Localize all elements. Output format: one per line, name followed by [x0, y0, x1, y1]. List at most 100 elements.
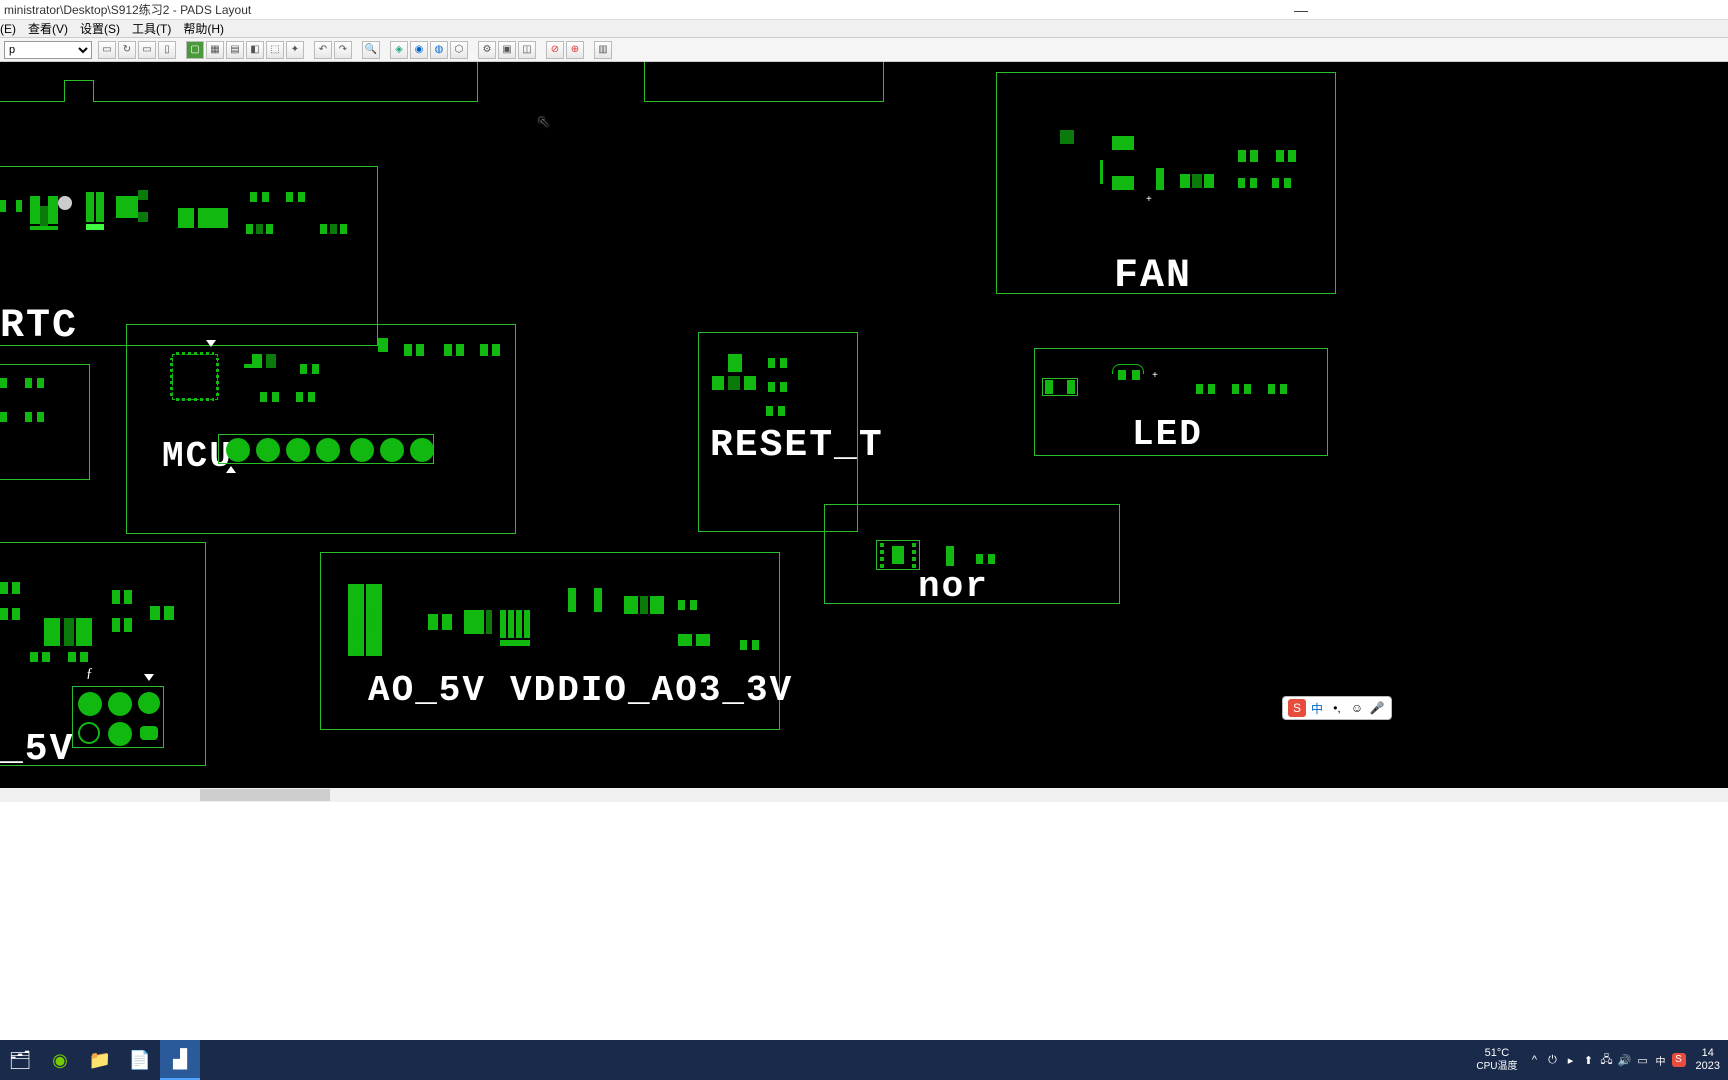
pad	[1244, 384, 1251, 394]
menu-tools[interactable]: 工具(T)	[132, 20, 171, 37]
tool-icon[interactable]: ⬡	[450, 41, 468, 59]
pad	[780, 382, 787, 392]
tool-icon[interactable]: ⬚	[266, 41, 284, 59]
tray-icon[interactable]: ▸	[1562, 1040, 1580, 1080]
explorer-icon[interactable]: 🗂	[0, 1040, 40, 1080]
tool-icon[interactable]: ◫	[518, 41, 536, 59]
pad	[30, 652, 38, 662]
menu-file[interactable]: (E)	[0, 22, 16, 36]
pad	[1045, 380, 1053, 394]
pad	[678, 600, 685, 610]
pad	[80, 652, 88, 662]
pad	[0, 582, 8, 594]
net-label: 1:N77921421	[370, 606, 378, 652]
tool-icon[interactable]: ▯	[158, 41, 176, 59]
label-5v: _5V	[0, 728, 74, 771]
ime-emoji-icon[interactable]: ☺	[1348, 699, 1366, 717]
app-icon[interactable]: ◉	[40, 1040, 80, 1080]
pad	[198, 208, 228, 228]
pad	[308, 392, 315, 402]
menu-setup[interactable]: 设置(S)	[80, 20, 120, 37]
pad	[778, 406, 785, 416]
cross-icon: +	[1152, 370, 1158, 381]
pads-icon[interactable]: ▟	[160, 1040, 200, 1080]
tray-icon[interactable]: ⏻	[1544, 1040, 1562, 1080]
hole	[380, 438, 404, 462]
block-small	[0, 364, 90, 480]
horizontal-scrollbar[interactable]	[0, 788, 1728, 802]
tool-icon[interactable]: ▢	[186, 41, 204, 59]
layer-select[interactable]: p	[4, 41, 92, 59]
pad	[25, 378, 32, 388]
pad	[266, 354, 276, 368]
hole	[410, 438, 434, 462]
hole	[316, 438, 340, 462]
pad	[740, 640, 747, 650]
volume-icon[interactable]: 🔊	[1616, 1040, 1634, 1080]
ic-pins	[170, 358, 173, 396]
pad	[624, 596, 638, 614]
pad	[678, 634, 692, 646]
network-icon[interactable]: 🖧	[1598, 1040, 1616, 1080]
pad	[640, 596, 648, 614]
pad	[16, 200, 22, 212]
menu-help[interactable]: 帮助(H)	[183, 20, 224, 37]
pad	[96, 192, 104, 222]
pad	[492, 344, 500, 356]
tool-icon[interactable]: ▦	[206, 41, 224, 59]
tool-icon[interactable]: ▣	[498, 41, 516, 59]
tray-icon[interactable]: ⬆	[1580, 1040, 1598, 1080]
tool-icon[interactable]: ▤	[226, 41, 244, 59]
pad	[500, 640, 530, 646]
tray-icon[interactable]: ▭	[1634, 1040, 1652, 1080]
ime-tray-icon[interactable]: 中	[1652, 1040, 1670, 1080]
cross-icon: +	[1146, 194, 1152, 205]
tool-icon[interactable]: ▭	[98, 41, 116, 59]
ic-pins	[176, 398, 214, 401]
tool-icon[interactable]: ⚙	[478, 41, 496, 59]
ime-toolbar[interactable]: S 中 •, ☺ 🎤	[1282, 696, 1392, 720]
zoom-icon[interactable]: 🔍	[362, 41, 380, 59]
ime-punct-icon[interactable]: •,	[1328, 699, 1346, 717]
tool-icon[interactable]: ⊕	[566, 41, 584, 59]
folder-icon[interactable]: 📁	[80, 1040, 120, 1080]
pad	[464, 610, 484, 634]
clock[interactable]: 14 2023	[1696, 1047, 1720, 1073]
pad	[1112, 136, 1134, 150]
menu-view[interactable]: 查看(V)	[28, 20, 68, 37]
tool-icon[interactable]: ◈	[390, 41, 408, 59]
tool-icon[interactable]: ◍	[430, 41, 448, 59]
pad	[30, 196, 40, 224]
pad	[1060, 130, 1074, 144]
tool-icon[interactable]: ▭	[138, 41, 156, 59]
tool-icon[interactable]: ▥	[594, 41, 612, 59]
pad	[256, 224, 263, 234]
minimize-icon[interactable]: —	[1294, 2, 1308, 18]
hole	[78, 722, 100, 744]
chevron-up-icon[interactable]: ^	[1526, 1040, 1544, 1080]
scrollbar-thumb[interactable]	[200, 789, 330, 801]
refresh-icon[interactable]: ↻	[118, 41, 136, 59]
sogou-tray-icon[interactable]: S	[1670, 1040, 1688, 1080]
tool-icon[interactable]: ◧	[246, 41, 264, 59]
pad	[42, 652, 50, 662]
pcb-canvas[interactable]: RTC MCU	[0, 62, 1728, 788]
pad	[690, 600, 697, 610]
tool-icon[interactable]: ⊘	[546, 41, 564, 59]
pad	[64, 618, 74, 646]
redo-icon[interactable]: ↷	[334, 41, 352, 59]
snap-icon[interactable]: ✦	[286, 41, 304, 59]
pad	[262, 192, 269, 202]
sogou-icon[interactable]: S	[1288, 699, 1306, 717]
cpu-temp-widget[interactable]: 51°C CPU温度	[1476, 1047, 1517, 1072]
notepad-icon[interactable]: 📄	[120, 1040, 160, 1080]
pad	[116, 196, 138, 218]
ime-mic-icon[interactable]: 🎤	[1368, 699, 1386, 717]
toolbar: p ▭ ↻ ▭ ▯ ▢ ▦ ▤ ◧ ⬚ ✦ ↶ ↷ 🔍 ◈ ◉ ◍ ⬡ ⚙ ▣ …	[0, 38, 1728, 62]
taskbar[interactable]: 🗂 ◉ 📁 📄 ▟ 51°C CPU温度 ^ ⏻ ▸ ⬆ 🖧 🔊 ▭ 中 S 1…	[0, 1040, 1728, 1080]
undo-icon[interactable]: ↶	[314, 41, 332, 59]
ime-lang[interactable]: 中	[1308, 699, 1326, 717]
tool-icon[interactable]: ◉	[410, 41, 428, 59]
pad	[500, 610, 506, 638]
pad	[1112, 176, 1134, 190]
